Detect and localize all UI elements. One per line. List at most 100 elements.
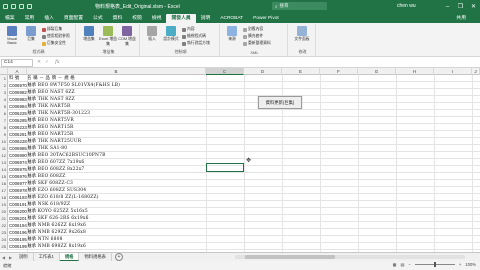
zoom-slider-knob[interactable] [433, 262, 436, 267]
cell-part-number[interactable]: C006281 [9, 131, 27, 138]
cell-description[interactable]: 軸承 THK NART5R [27, 103, 70, 110]
cancel-icon[interactable]: ✕ [37, 60, 41, 65]
close-button[interactable]: ✕ [467, 0, 480, 13]
save-icon[interactable] [11, 4, 16, 9]
sheet-tab-material-spec[interactable]: 物料規格表 [79, 253, 112, 261]
zoom-level[interactable]: 100% [465, 262, 476, 267]
row-header[interactable]: 14 [0, 166, 8, 173]
cell-description[interactable]: 軸承 BEO NART15R [27, 124, 73, 131]
visual-basic-button[interactable]: Visual Basic [3, 26, 21, 45]
cell-description[interactable]: 軸承 NMB 698ZZ 8x19x6 [27, 243, 86, 250]
row-header[interactable]: 9 [0, 131, 8, 138]
tab-developer[interactable]: 開發人員 [166, 14, 196, 23]
cell-description[interactable]: 軸承 THK NART25UUR [27, 138, 81, 145]
cell-part-number[interactable]: C006199 [9, 243, 27, 250]
cell-description[interactable]: 軸承 THK NART5R-301223 [27, 110, 90, 117]
cell-part-number[interactable]: C006970 [9, 82, 27, 89]
cell-description[interactable]: 軸承 BEO 608ZZ 8x22x7 [27, 166, 84, 173]
cell-part-number[interactable]: C006990 [9, 152, 27, 159]
row-header[interactable]: 22 [0, 222, 8, 229]
column-header-f[interactable]: F [320, 68, 358, 75]
macro-security-button[interactable]: 巨集安全性 [42, 41, 66, 46]
cell-part-number[interactable]: C006985 [9, 145, 27, 152]
cell-part-number[interactable]: C006977 [9, 180, 27, 187]
cell-description[interactable]: 軸承 BEO NART25R [27, 131, 73, 138]
column-header-i[interactable]: I [434, 68, 472, 75]
cell-part-number[interactable]: C006285 [9, 117, 27, 124]
row-header[interactable]: 16 [0, 180, 8, 187]
cell-description[interactable]: 軸承 BEO 608ZZ [27, 173, 66, 180]
row-header[interactable]: 12 [0, 152, 8, 159]
row-header[interactable]: 2 [0, 82, 8, 89]
row-header[interactable]: 8 [0, 124, 8, 131]
cell-part-number[interactable]: C006191 [9, 201, 27, 208]
cell-description[interactable]: 軸承 BEO NAST 6ZZ [27, 89, 75, 96]
cell-description[interactable]: 軸承 NMB 626ZZ 6x19x6 [27, 222, 86, 229]
zoom-out-icon[interactable]: − [408, 262, 410, 267]
row-header[interactable]: 23 [0, 229, 8, 236]
cell-part-number[interactable]: C006974 [9, 159, 27, 166]
cell-part-number[interactable]: C006978 [9, 187, 27, 194]
cell-part-number[interactable]: C006201 [9, 215, 27, 222]
cell-part-number[interactable]: C006225 [9, 110, 27, 117]
properties-button[interactable]: 內容 [182, 27, 195, 32]
redo-icon[interactable] [27, 4, 32, 9]
tab-formulas[interactable]: 公式 [88, 14, 108, 23]
row-header[interactable]: 3 [0, 89, 8, 96]
sheet-tab-sheet1[interactable]: 工作表1 [34, 253, 60, 261]
column-header-g[interactable]: G [358, 68, 396, 75]
cell-description[interactable]: 軸承 SKF 608ZZ-C3 [27, 180, 73, 187]
cell-description[interactable]: 軸承 KOYO 625ZZ 5x16x5 [27, 208, 88, 215]
cell-part-number[interactable]: C006223 [9, 124, 27, 131]
cell-description[interactable]: 軸承 SKF 626-2RS 6x19x6 [27, 215, 89, 222]
cell-part-number[interactable]: C006984 [9, 103, 27, 110]
column-header-d[interactable]: D [244, 68, 282, 75]
row-header[interactable]: 19 [0, 201, 8, 208]
horizontal-scrollbar[interactable] [235, 255, 465, 259]
cell-description[interactable]: 軸承 BEO NART5VR [27, 117, 74, 124]
column-header-c[interactable]: C [206, 68, 244, 75]
row-header[interactable]: 10 [0, 138, 8, 145]
row-header[interactable]: 4 [0, 96, 8, 103]
column-header-e[interactable]: E [282, 68, 320, 75]
row-header[interactable]: 18 [0, 194, 8, 201]
sheet-tab-instructions[interactable]: 說明 [14, 253, 34, 261]
normal-view-icon[interactable]: ▦ [392, 262, 396, 267]
record-macro-button[interactable]: 錄製巨集 [42, 27, 62, 32]
tab-data[interactable]: 資料 [108, 14, 128, 23]
macro-update-button[interactable]: 資料更新(巨集) [258, 96, 302, 109]
insert-control-button[interactable]: 插入 [143, 26, 161, 42]
row-header[interactable]: 21 [0, 215, 8, 222]
cell-description[interactable]: 軸承 EZO 618/8 ZZ(L-1680ZZ) [27, 194, 99, 201]
cell-part-number[interactable]: C006200 [9, 208, 27, 215]
cell-description[interactable]: 軸承 BEO 30TAC62BSUC10PN7B [27, 152, 106, 159]
row-header[interactable]: 15 [0, 173, 8, 180]
row-header[interactable]: 25 [0, 243, 8, 250]
excel-addins-button[interactable]: Excel 增益集 [99, 26, 117, 47]
macros-button[interactable]: 巨集 [22, 26, 40, 42]
row-header[interactable]: 1 [0, 75, 8, 82]
cell-description[interactable]: 軸承 BEO 8W7F50 SL01VX4(F&HS LB) [27, 82, 120, 89]
com-addins-button[interactable]: COM 增益集 [118, 26, 136, 47]
header-cell-description[interactable]: 名 稱 － 品 牌 － 規 格 [27, 75, 75, 82]
column-header-h[interactable]: H [396, 68, 434, 75]
add-sheet-button[interactable]: + [114, 253, 123, 261]
cell-part-number[interactable]: C006195 [9, 236, 27, 243]
prev-sheet-icon[interactable]: ◀ [2, 255, 5, 260]
design-mode-button[interactable]: 設計模式 [162, 26, 180, 42]
row-header[interactable]: 6 [0, 110, 8, 117]
xml-source-button[interactable]: 來源 [223, 26, 241, 42]
name-box[interactable]: C14 [1, 58, 33, 67]
share-button[interactable]: 共用 [456, 14, 466, 21]
enter-icon[interactable]: ✓ [45, 60, 49, 65]
next-sheet-icon[interactable]: ▶ [9, 255, 12, 260]
tab-help[interactable]: 說明 [196, 14, 216, 23]
insert-function-icon[interactable]: fx [55, 60, 59, 65]
column-header-j[interactable]: J [472, 68, 480, 75]
tab-acrobat[interactable]: ACROBAT [215, 14, 248, 23]
cell-part-number[interactable]: C006975 [9, 166, 27, 173]
document-panel-button[interactable]: 文件面板 [293, 26, 311, 42]
cell-description[interactable]: 軸承 THK NAST 8ZZ [27, 96, 75, 103]
relative-reference-button[interactable]: 使用相對參照 [42, 34, 70, 39]
refresh-data-button[interactable]: 重新整理資料 [243, 41, 271, 46]
